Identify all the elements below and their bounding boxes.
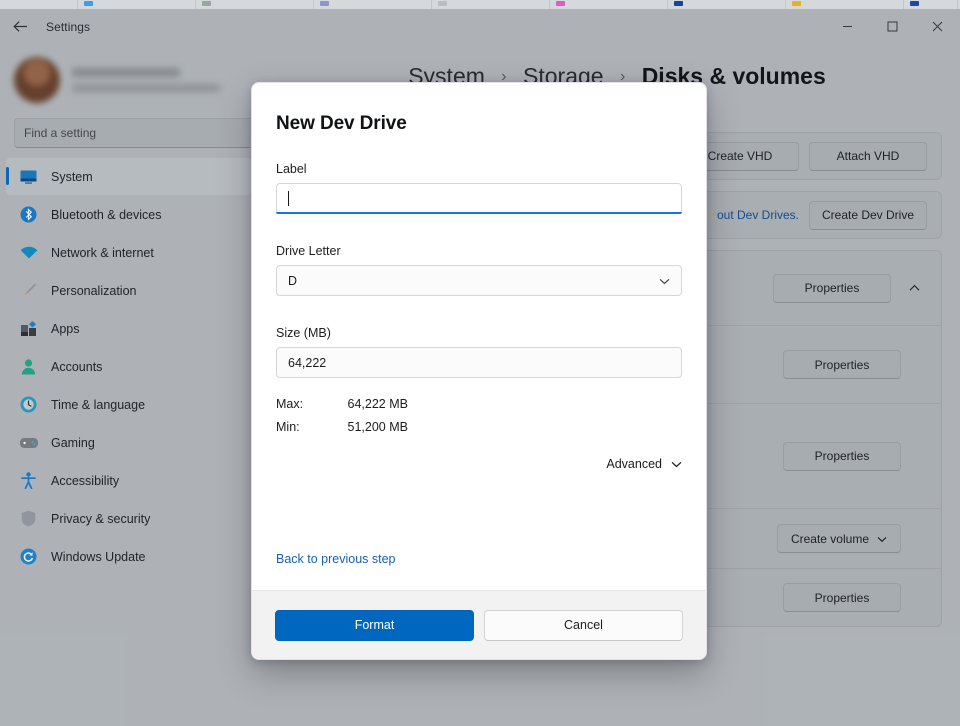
bg-tab — [432, 0, 550, 9]
bg-tab — [196, 0, 314, 9]
label-input[interactable] — [276, 183, 682, 214]
max-label: Max: — [276, 397, 326, 411]
size-limits: Max: 64,222 MB Min: 51,200 MB — [276, 397, 682, 434]
max-value: 64,222 MB — [326, 397, 408, 411]
new-dev-drive-dialog: New Dev Drive Label Drive Letter D Size … — [251, 82, 707, 660]
min-label: Min: — [276, 420, 326, 434]
size-field-label: Size (MB) — [276, 326, 682, 340]
drive-letter-value: D — [288, 274, 297, 288]
bg-tab — [904, 0, 958, 9]
drive-letter-field-label: Drive Letter — [276, 244, 682, 258]
max-size-row: Max: 64,222 MB — [276, 397, 682, 411]
chevron-down-icon — [671, 457, 682, 471]
chevron-down-icon — [659, 274, 670, 288]
bg-tab — [668, 0, 786, 9]
text-caret — [288, 191, 289, 206]
bg-tab — [0, 0, 78, 9]
min-value: 51,200 MB — [326, 420, 408, 434]
bg-tab — [314, 0, 432, 9]
bg-tab — [78, 0, 196, 9]
back-to-previous-step-link[interactable]: Back to previous step — [276, 552, 396, 566]
advanced-toggle[interactable]: Advanced — [276, 457, 682, 471]
dialog-title: New Dev Drive — [276, 113, 682, 135]
size-input[interactable]: 64,222 — [276, 347, 682, 378]
bg-tab — [786, 0, 904, 9]
dialog-body: New Dev Drive Label Drive Letter D Size … — [252, 83, 706, 590]
cancel-button[interactable]: Cancel — [484, 610, 683, 641]
dialog-footer: Format Cancel — [252, 590, 706, 659]
drive-letter-select[interactable]: D — [276, 265, 682, 296]
advanced-label: Advanced — [606, 457, 662, 471]
background-browser-tabstrip — [0, 0, 960, 9]
label-field-label: Label — [276, 162, 682, 176]
settings-window: Settings Find a setting — [0, 9, 960, 726]
min-size-row: Min: 51,200 MB — [276, 420, 682, 434]
bg-tab — [550, 0, 668, 9]
format-button[interactable]: Format — [275, 610, 474, 641]
size-input-value: 64,222 — [288, 356, 326, 370]
